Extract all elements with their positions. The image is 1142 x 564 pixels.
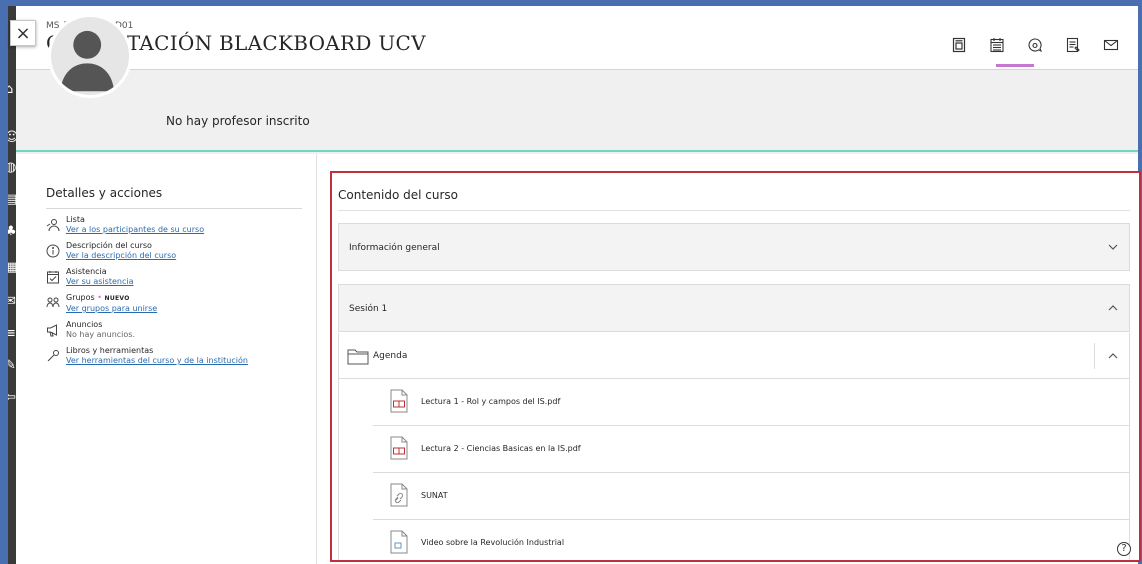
close-course-button[interactable]: × xyxy=(10,20,36,46)
roster-title: Lista xyxy=(66,215,85,224)
groups-item[interactable]: Grupos • NUEVO Ver grupos para unirse xyxy=(46,293,302,314)
groups-link[interactable]: Ver grupos para unirse xyxy=(66,304,157,314)
messages-button[interactable] xyxy=(1098,34,1124,56)
folder-informacion-general[interactable]: Información general xyxy=(338,223,1130,271)
content-item[interactable]: Lectura 2 - Ciencias Basicas en la IS.pd… xyxy=(373,426,1129,473)
video-file-icon xyxy=(390,530,408,554)
description-title: Descripción del curso xyxy=(66,241,152,250)
signout-icon[interactable]: ⇦ xyxy=(8,390,16,406)
attendance-icon xyxy=(46,269,60,284)
calendar-icon xyxy=(990,38,1004,53)
help-icon[interactable]: ? xyxy=(1117,542,1131,556)
person-silhouette-icon xyxy=(60,30,115,92)
course-content-icon xyxy=(952,37,966,53)
new-badge: NUEVO xyxy=(104,295,130,302)
attendance-item[interactable]: Asistencia Ver su asistencia xyxy=(46,267,302,287)
roster-icon xyxy=(46,217,60,232)
roster-link[interactable]: Ver a los participantes de su curso xyxy=(66,225,204,235)
chevron-down-icon[interactable] xyxy=(1107,241,1119,253)
pdf-file-icon xyxy=(390,389,408,413)
active-tool-indicator xyxy=(996,64,1034,67)
content-title: Contenido del curso xyxy=(338,188,459,202)
info-icon xyxy=(46,243,60,258)
content-title-divider xyxy=(338,210,1130,211)
announcements-item[interactable]: Anuncios No hay anuncios. xyxy=(46,320,302,340)
session-1-contents: Agenda Lectura 1 - Rol y campos del IS.p… xyxy=(338,333,1130,560)
content-item[interactable]: SUNAT xyxy=(373,473,1129,520)
agenda-label: Agenda xyxy=(373,351,408,361)
pdf-file-icon xyxy=(390,436,408,460)
gradebook-button[interactable] xyxy=(1060,34,1086,56)
course-content-button[interactable] xyxy=(946,34,972,56)
chevron-up-icon[interactable] xyxy=(1107,302,1119,314)
calendar-nav-icon[interactable]: ▦ xyxy=(8,260,16,276)
description-link[interactable]: Ver la descripción del curso xyxy=(66,251,176,261)
course-toolbar xyxy=(946,34,1124,56)
messages-icon xyxy=(1103,39,1119,51)
tools-item[interactable]: Libros y herramientas Ver herramientas d… xyxy=(46,346,302,366)
discussions-icon xyxy=(1028,38,1042,53)
institution-icon[interactable]: ⌂ xyxy=(8,82,16,98)
details-title: Detalles y acciones xyxy=(46,186,302,209)
folder-sesion-1[interactable]: Sesión 1 xyxy=(338,284,1130,332)
window-frame-left xyxy=(0,0,8,564)
link-file-icon xyxy=(390,483,408,507)
profile-icon[interactable]: ☺ xyxy=(8,130,16,146)
close-icon: × xyxy=(15,22,31,44)
content-item-title[interactable]: Lectura 1 - Rol y campos del IS.pdf xyxy=(421,397,560,406)
content-item-title[interactable]: Lectura 2 - Ciencias Basicas en la IS.pd… xyxy=(421,444,581,453)
description-item[interactable]: Descripción del curso Ver la descripción… xyxy=(46,241,302,261)
agenda-separator xyxy=(1094,343,1095,369)
messages-nav-icon[interactable]: ✉ xyxy=(8,294,16,310)
course-content-panel: Contenido del curso Información general … xyxy=(330,171,1141,562)
attendance-link[interactable]: Ver su asistencia xyxy=(66,277,134,287)
tools-title: Libros y herramientas xyxy=(66,346,154,355)
folder-label: Información general xyxy=(349,243,440,253)
panel-divider xyxy=(316,154,317,564)
tools-icon xyxy=(46,348,60,362)
folder-agenda[interactable]: Agenda xyxy=(339,333,1129,379)
instructor-banner: No hay profesor inscrito xyxy=(16,70,1138,154)
discussions-button[interactable] xyxy=(1022,34,1048,56)
tools-nav-icon[interactable]: ✎ xyxy=(8,358,16,374)
roster-item[interactable]: Lista Ver a los participantes de su curs… xyxy=(46,215,302,235)
content-item-title[interactable]: SUNAT xyxy=(421,491,448,500)
globe-icon[interactable]: ◍ xyxy=(8,160,16,176)
courses-icon[interactable]: ▤ xyxy=(8,192,16,208)
details-and-actions: Detalles y acciones Lista Ver a los part… xyxy=(46,186,302,366)
no-instructor-text: No hay profesor inscrito xyxy=(166,114,310,128)
content-item-title[interactable]: Video sobre la Revolución Industrial xyxy=(421,538,564,547)
content-item[interactable]: Video sobre la Revolución Industrial xyxy=(373,520,1129,560)
calendar-button[interactable] xyxy=(984,34,1010,56)
announcements-title: Anuncios xyxy=(66,320,103,329)
base-navigation: ⌂ ☺ ◍ ▤ ♣ ▦ ✉ ≡ ✎ ⇦ xyxy=(8,6,16,564)
content-item[interactable]: Lectura 1 - Rol y campos del IS.pdf xyxy=(373,379,1129,426)
tools-link[interactable]: Ver herramientas del curso y de la insti… xyxy=(66,356,248,366)
attendance-title: Asistencia xyxy=(66,267,107,276)
announcements-status: No hay anuncios. xyxy=(66,330,136,339)
groups-icon xyxy=(46,295,60,309)
banner-accent-line xyxy=(16,150,1138,152)
announcements-icon xyxy=(46,322,60,337)
groups-nav-icon[interactable]: ♣ xyxy=(8,224,16,240)
avatar xyxy=(48,14,132,98)
groups-title: Grupos xyxy=(66,293,95,302)
chevron-up-icon[interactable] xyxy=(1107,350,1119,362)
grades-nav-icon[interactable]: ≡ xyxy=(8,326,16,342)
folder-label: Sesión 1 xyxy=(349,304,388,314)
gradebook-icon xyxy=(1066,37,1080,53)
folder-icon xyxy=(347,349,369,365)
new-dot-icon: • xyxy=(97,293,102,302)
course-header: MS_TAL_FD_TCID01 CAPACITACIÓN BLACKBOARD… xyxy=(16,6,1138,70)
